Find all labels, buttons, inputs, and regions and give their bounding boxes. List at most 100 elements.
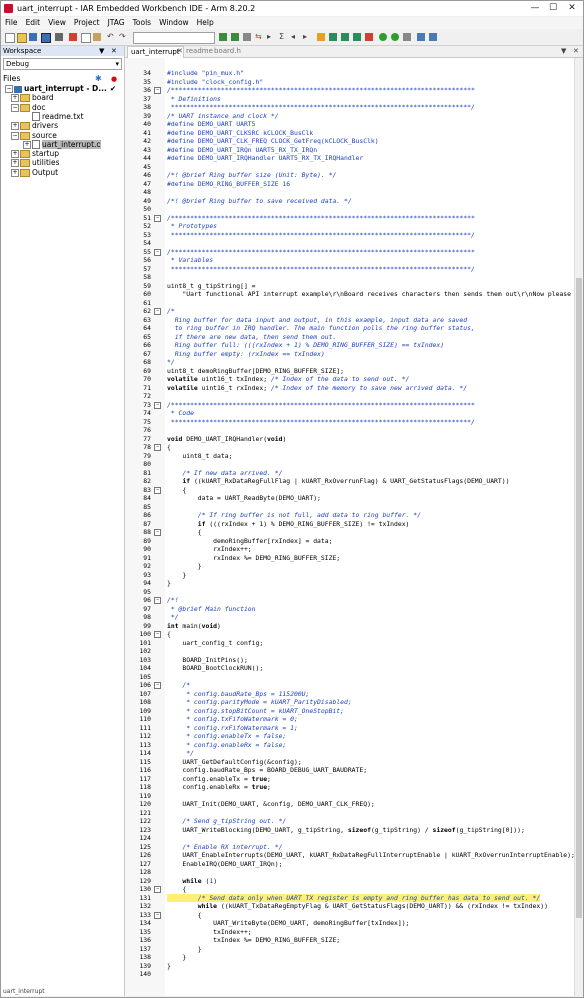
line-number: 94 [143, 579, 151, 587]
menu-project[interactable]: Project [70, 17, 104, 29]
code-text: ****************************************… [167, 230, 475, 239]
tree-expander-icon[interactable]: + [11, 150, 19, 159]
menu-help[interactable]: Help [193, 17, 218, 29]
tree-expander-icon[interactable]: − [11, 103, 19, 112]
navigate-forward-icon[interactable]: ▸ [303, 33, 311, 41]
tree-item[interactable]: − doc [11, 103, 45, 112]
new-file-icon[interactable] [5, 33, 15, 43]
fold-toggle-icon[interactable]: − [154, 214, 161, 222]
editor-close-icon[interactable]: ✕ [573, 46, 579, 57]
tree-item[interactable]: + uart_interrupt.c [23, 139, 101, 150]
tab-list-icon[interactable]: ▼ [561, 46, 566, 57]
line-number: 101 [139, 638, 151, 647]
make-icon[interactable] [329, 33, 337, 41]
configuration-select[interactable]: Debug ▾ [3, 58, 122, 70]
bottom-tab[interactable]: uart_interrupt [3, 988, 45, 995]
tree-item[interactable]: − uart_interrupt - D... ✔ [5, 84, 116, 93]
tree-expander-icon[interactable]: + [23, 140, 31, 149]
fold-toggle-icon[interactable]: − [154, 248, 161, 256]
undo-icon[interactable]: ↶ [107, 33, 115, 41]
tab-uart-interrupt[interactable]: uart_interrupt [127, 46, 184, 58]
code-text: #define DEMO_UART_IRQHandler UART5_RX_TX… [167, 154, 364, 162]
line-number: 100 [139, 630, 151, 638]
tree-item[interactable]: + Output [11, 168, 58, 177]
line-number: 64 [143, 324, 151, 332]
fold-toggle-icon[interactable]: − [154, 87, 161, 94]
window-layout-icon[interactable] [417, 33, 425, 41]
maximize-button[interactable]: ☐ [545, 2, 561, 14]
tree-expander-icon[interactable]: − [5, 85, 13, 93]
tree-expander-icon[interactable]: − [11, 131, 19, 140]
find-in-files-icon[interactable] [243, 33, 251, 41]
fold-toggle-icon[interactable]: − [154, 597, 161, 604]
tree-item[interactable]: + utilities [11, 158, 60, 168]
line-number: 109 [139, 706, 151, 715]
title-bar: uart_interrupt - IAR Embedded Workbench … [1, 1, 583, 16]
code-text: uint8_t g_tipString[] = [167, 281, 256, 290]
fold-toggle-icon[interactable]: − [154, 308, 161, 315]
find-prev-icon[interactable] [231, 33, 239, 41]
tree-expander-icon[interactable]: + [11, 122, 19, 131]
navigate-back-icon[interactable]: ◂ [291, 33, 299, 41]
save-all-icon[interactable] [41, 33, 51, 43]
workspace-pin-icon[interactable]: ▼ [99, 46, 104, 56]
fold-toggle-icon[interactable]: − [154, 911, 161, 919]
code-text: { [167, 443, 171, 451]
debug-icon[interactable] [379, 33, 387, 41]
line-number: 55 [143, 247, 151, 256]
fold-toggle-icon[interactable]: − [154, 682, 161, 689]
menu-file[interactable]: File [1, 17, 22, 29]
close-window-button[interactable]: ✕ [564, 2, 580, 14]
find-combo[interactable] [133, 32, 215, 44]
stop-build-icon[interactable] [365, 33, 373, 41]
save-icon[interactable] [29, 33, 37, 41]
tree-expander-icon[interactable]: + [11, 168, 19, 177]
window-split-icon[interactable] [429, 33, 437, 41]
paste-icon[interactable] [93, 33, 101, 41]
menu-edit[interactable]: Edit [22, 17, 45, 29]
menu-window[interactable]: Window [155, 17, 193, 29]
code-text: if (((rxIndex + 1) % DEMO_RING_BUFFER_SI… [197, 519, 410, 528]
fold-toggle-icon[interactable]: − [154, 886, 161, 893]
tree-item[interactable]: + startup [11, 149, 59, 159]
redo-icon[interactable]: ↷ [119, 33, 127, 41]
tree-item[interactable]: + board [11, 93, 54, 103]
fold-toggle-icon[interactable]: − [154, 444, 161, 451]
gear-icon[interactable]: ✱ [95, 73, 102, 84]
go-to-icon[interactable]: ⇆ [255, 33, 263, 41]
menu-view[interactable]: View [44, 17, 70, 29]
tab-close-icon[interactable]: ✕ [177, 46, 183, 57]
rebuild-icon[interactable] [353, 33, 361, 41]
tree-expander-icon[interactable]: + [11, 94, 19, 103]
tree-item[interactable]: − source [11, 131, 57, 140]
workspace-close-icon[interactable]: ✕ [111, 46, 117, 56]
compile-icon[interactable] [317, 33, 325, 41]
tab-board-h[interactable]: board.h [211, 46, 244, 57]
code-line: 120 UART_Init(DEMO_UART, &config, DEMO_U… [125, 800, 575, 809]
build-icon[interactable] [341, 33, 349, 41]
code-text: ****************************************… [167, 103, 475, 111]
fold-toggle-icon[interactable]: − [154, 401, 161, 409]
menu-tools[interactable]: Tools [129, 17, 155, 29]
vertical-scrollbar[interactable] [574, 58, 583, 996]
minimize-button[interactable]: — [527, 2, 543, 14]
debug-options-icon[interactable] [403, 33, 411, 41]
bookmark-icon[interactable]: ▸ [267, 33, 275, 41]
download-debug-icon[interactable] [391, 33, 399, 41]
tree-item[interactable]: readme.txt [23, 112, 84, 122]
fold-toggle-icon[interactable]: − [154, 631, 161, 638]
copy-icon[interactable] [81, 33, 91, 43]
fold-toggle-icon[interactable]: − [154, 486, 161, 494]
code-line: 105 [125, 673, 575, 682]
scrollbar-thumb[interactable] [576, 278, 582, 918]
cut-icon[interactable] [69, 33, 77, 41]
print-icon[interactable] [55, 33, 63, 41]
menu-jtag[interactable]: JTAG [104, 17, 129, 29]
line-number: 49 [143, 196, 151, 205]
tree-expander-icon[interactable]: + [11, 159, 19, 168]
fold-toggle-icon[interactable]: − [154, 529, 161, 536]
find-next-icon[interactable] [219, 33, 227, 41]
sigma-icon[interactable]: Σ [279, 33, 287, 41]
tree-item[interactable]: + drivers [11, 121, 58, 131]
open-file-icon[interactable] [17, 33, 27, 43]
